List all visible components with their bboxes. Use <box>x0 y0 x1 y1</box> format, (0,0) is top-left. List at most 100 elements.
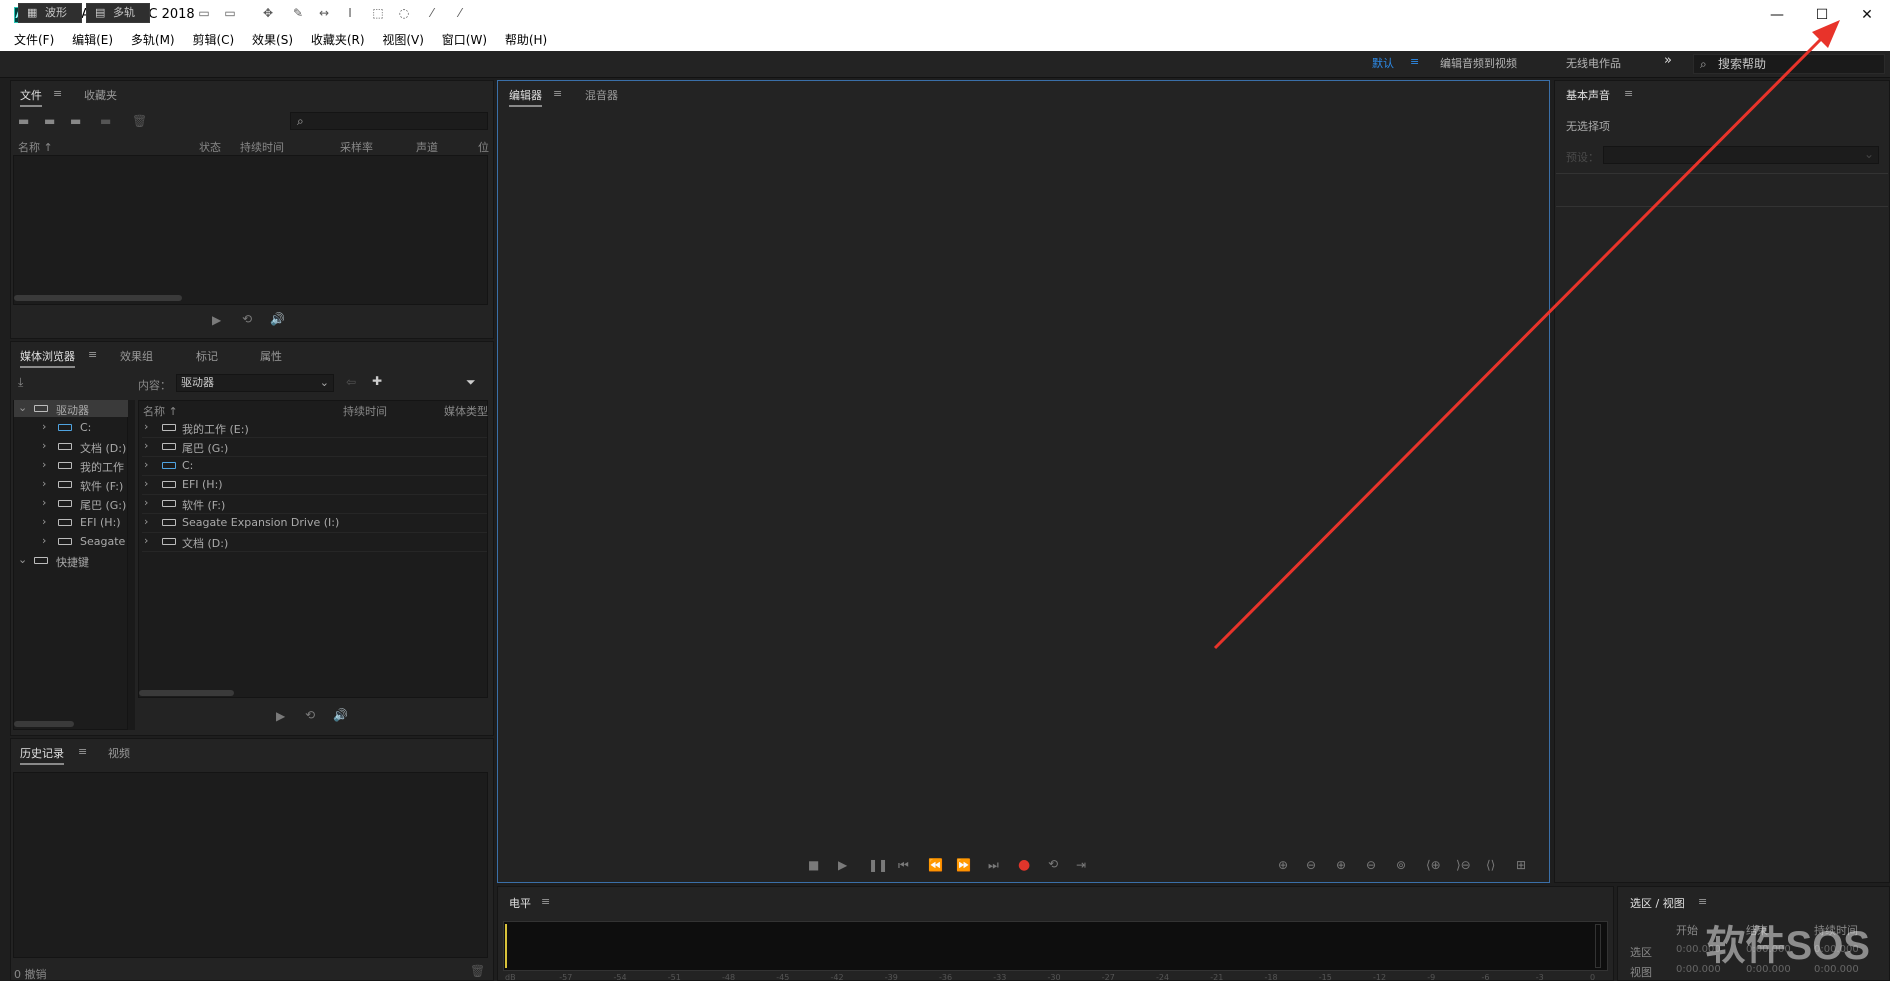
skip-selection-icon[interactable]: ⇥ <box>1076 858 1086 872</box>
marquee-tool-icon[interactable]: ⬚ <box>370 6 386 20</box>
files-list[interactable] <box>13 155 488 305</box>
col-sample-rate[interactable]: 采样率 <box>340 139 373 155</box>
files-search-input[interactable]: ⌕ <box>290 112 488 130</box>
media-list-row[interactable]: › 软件 (F:) <box>142 495 487 514</box>
rewind-icon[interactable]: ⏪ <box>928 858 943 872</box>
open-file-icon[interactable]: ▬ <box>18 114 29 128</box>
media-col-type[interactable]: 媒体类型 <box>444 403 488 419</box>
col-bits[interactable]: 位 <box>478 139 489 155</box>
col-channels[interactable]: 声道 <box>416 139 438 155</box>
tab-mixer[interactable]: 混音器 <box>585 87 618 103</box>
menu-effects[interactable]: 效果(S) <box>252 30 293 50</box>
import-icon[interactable]: ⤓ <box>18 375 23 390</box>
zoom-out-full-icon[interactable]: ⊚ <box>1396 858 1406 872</box>
zoom-all-tracks-icon[interactable]: ⊞ <box>1516 858 1526 872</box>
menu-edit[interactable]: 编辑(E) <box>72 30 113 50</box>
tree-scrollbar[interactable] <box>14 721 74 727</box>
zoom-out-point-icon[interactable]: ⟩⊖ <box>1456 858 1471 872</box>
tree-item[interactable]: › 我的工作 <box>16 457 128 476</box>
lasso-tool-icon[interactable]: ◌ <box>396 6 412 20</box>
tree-item[interactable]: ⌄ 快捷键 <box>16 552 128 571</box>
slip-tool-icon[interactable]: ↔ <box>316 6 332 20</box>
expand-chevron-icon[interactable]: ⌄ <box>18 553 27 566</box>
multitrack-button[interactable]: ▤ 多轨 <box>86 3 150 23</box>
col-status[interactable]: 状态 <box>199 139 221 155</box>
zoom-out-amplitude-icon[interactable]: ⊖ <box>1306 858 1316 872</box>
tree-item[interactable]: › Seagate E <box>16 533 128 552</box>
expand-chevron-icon[interactable]: › <box>144 515 148 528</box>
zoom-out-time-icon[interactable]: ⊖ <box>1366 858 1376 872</box>
expand-chevron-icon[interactable]: › <box>144 496 148 509</box>
fast-forward-icon[interactable]: ⏩ <box>956 858 971 872</box>
zoom-selection-icon[interactable]: ⟨⟩ <box>1486 858 1495 872</box>
files-autoplay-icon[interactable]: 🔊 <box>270 312 285 326</box>
media-list-row[interactable]: › Seagate Expansion Drive (I:) <box>142 514 487 533</box>
expand-chevron-icon[interactable]: › <box>144 534 148 547</box>
back-arrow-icon[interactable]: ⇦ <box>346 375 356 389</box>
tab-markers[interactable]: 标记 <box>196 348 218 364</box>
go-to-start-icon[interactable]: ⏮ <box>898 858 909 873</box>
insert-multitrack-icon[interactable]: ▬ <box>100 114 111 128</box>
media-col-name[interactable]: 名称 ↑ <box>143 403 178 419</box>
play-icon[interactable]: ▶ <box>838 858 847 872</box>
menu-view[interactable]: 视图(V) <box>382 30 424 50</box>
tree-item[interactable]: ⌄ 驱动器 <box>16 400 128 419</box>
spectral-frequency-icon[interactable]: ▭ <box>196 6 212 20</box>
collapse-chevron-icon[interactable]: › <box>42 458 46 471</box>
expand-chevron-icon[interactable]: › <box>144 420 148 433</box>
brush-tool-icon[interactable]: ⁄ <box>424 6 440 20</box>
media-list-row[interactable]: › C: <box>142 457 487 476</box>
tab-effects-rack[interactable]: 效果组 <box>120 348 153 364</box>
media-loop-icon[interactable]: ⟲ <box>305 708 315 722</box>
level-menu-icon[interactable]: ≡ <box>541 895 550 908</box>
menu-favorites[interactable]: 收藏夹(R) <box>311 30 365 50</box>
history-list[interactable] <box>13 772 488 958</box>
record-icon[interactable]: ● <box>1018 857 1030 873</box>
media-list-row[interactable]: › 尾巴 (G:) <box>142 438 487 457</box>
workspace-edit-video[interactable]: 编辑音频到视频 <box>1440 55 1517 71</box>
spot-healing-icon[interactable]: ⁄ <box>452 6 468 20</box>
media-list-row[interactable]: › EFI (H:) <box>142 476 487 495</box>
pause-icon[interactable]: ❚❚ <box>868 858 888 872</box>
media-list-row[interactable]: › 我的工作 (E:) <box>142 419 487 438</box>
expand-chevron-icon[interactable]: › <box>144 477 148 490</box>
time-selection-icon[interactable]: I <box>342 6 358 20</box>
tab-files[interactable]: 文件 <box>20 87 42 107</box>
tab-history[interactable]: 历史记录 <box>20 745 64 765</box>
files-loop-icon[interactable]: ⟲ <box>242 312 252 326</box>
collapse-chevron-icon[interactable]: › <box>42 439 46 452</box>
razor-tool-icon[interactable]: ✎ <box>290 6 306 20</box>
menu-window[interactable]: 窗口(W) <box>442 30 487 50</box>
workspace-default[interactable]: 默认 <box>1372 55 1394 71</box>
media-list-row[interactable]: › 文档 (D:) <box>142 533 487 552</box>
move-tool-icon[interactable]: ✥ <box>260 6 276 20</box>
menu-help[interactable]: 帮助(H) <box>505 30 547 50</box>
files-scrollbar[interactable] <box>14 295 182 301</box>
loop-playback-icon[interactable]: ⟲ <box>1048 857 1058 871</box>
minimize-button[interactable]: — <box>1754 0 1800 30</box>
collapse-chevron-icon[interactable]: › <box>42 515 46 528</box>
zoom-in-point-icon[interactable]: ⟨⊕ <box>1426 858 1441 872</box>
history-menu-icon[interactable]: ≡ <box>78 745 87 758</box>
selection-view-menu-icon[interactable]: ≡ <box>1698 895 1707 908</box>
files-play-icon[interactable]: ▶ <box>212 313 221 327</box>
menu-file[interactable]: 文件(F) <box>14 30 54 50</box>
content-dropdown[interactable]: 驱动器 ⌄ <box>176 374 334 392</box>
tab-properties[interactable]: 属性 <box>260 348 282 364</box>
expand-chevron-icon[interactable]: › <box>144 439 148 452</box>
delete-icon[interactable]: 🗑 <box>132 114 147 128</box>
media-browser-menu-icon[interactable]: ≡ <box>88 348 97 361</box>
workspace-menu-icon[interactable]: ≡ <box>1410 55 1419 68</box>
go-to-end-icon[interactable]: ⏭ <box>988 858 999 873</box>
essential-sound-menu-icon[interactable]: ≡ <box>1624 87 1633 100</box>
media-list-scrollbar[interactable] <box>139 690 234 696</box>
tree-item[interactable]: › 尾巴 (G:) <box>16 495 128 514</box>
tab-video[interactable]: 视频 <box>108 745 130 761</box>
collapse-chevron-icon[interactable]: › <box>42 534 46 547</box>
close-button[interactable]: ✕ <box>1844 0 1890 30</box>
editor-panel[interactable] <box>497 80 1550 883</box>
tab-favorites[interactable]: 收藏夹 <box>84 87 117 103</box>
expand-chevron-icon[interactable]: › <box>144 458 148 471</box>
media-col-duration[interactable]: 持续时间 <box>343 403 387 419</box>
collapse-chevron-icon[interactable]: › <box>42 477 46 490</box>
